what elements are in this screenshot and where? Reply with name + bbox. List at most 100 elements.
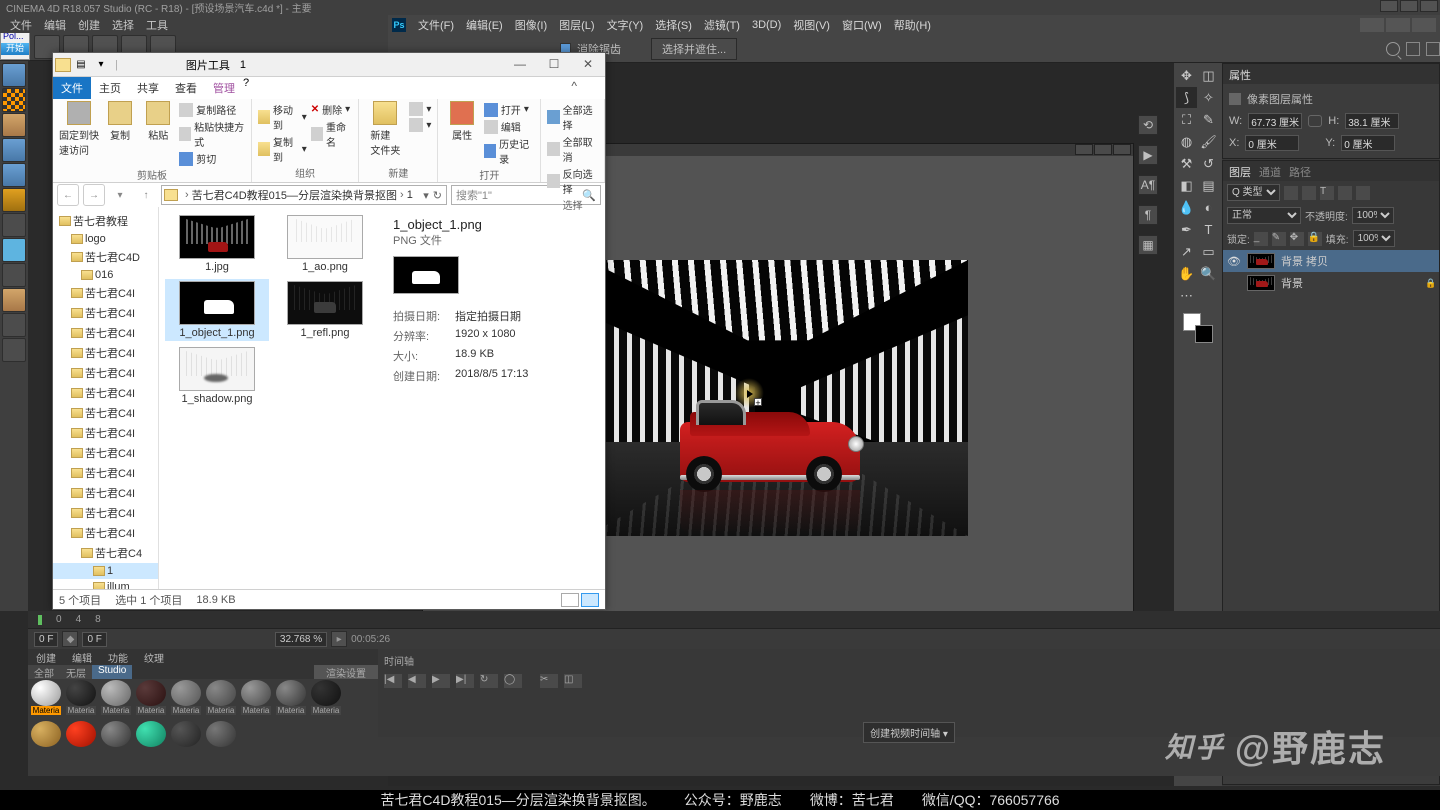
marquee-tool-icon[interactable]: ◫	[1198, 65, 1219, 86]
tree-node[interactable]: 苦七君C4I	[53, 483, 158, 503]
easy-access-button[interactable]: ▾	[409, 117, 431, 133]
blend-mode-select[interactable]: 正常	[1227, 207, 1301, 224]
background-color[interactable]	[1195, 325, 1213, 343]
material-item[interactable]: Materia	[169, 680, 203, 720]
select-all-button[interactable]: 全部选择	[547, 101, 598, 133]
new-folder-button[interactable]: 新建 文件夹	[365, 101, 405, 157]
tree-node[interactable]: 苦七君C4	[53, 543, 158, 563]
zoom-tool-icon[interactable]: 🔍	[1198, 263, 1219, 284]
pin-button[interactable]: 固定到快 速访问	[59, 101, 99, 167]
heal-tool-icon[interactable]: ◍	[1176, 131, 1197, 152]
material-item[interactable]: Materia	[274, 680, 308, 720]
doc-max-icon[interactable]	[1094, 144, 1112, 155]
gradient-tool-icon[interactable]: ▤	[1198, 175, 1219, 196]
tree-node[interactable]: 苦七君C4I	[53, 383, 158, 403]
tree-node[interactable]: 苦七君C4I	[53, 303, 158, 323]
tl-loop-icon[interactable]: ↻	[480, 674, 498, 688]
tool-cube-icon[interactable]	[2, 63, 26, 87]
timeline-ruler[interactable]: 048	[28, 611, 1440, 629]
picture-tools-tab[interactable]: 图片工具	[186, 57, 230, 73]
ps-menu-filter[interactable]: 滤镜(T)	[698, 17, 746, 33]
select-mask-button[interactable]: 选择并遮住...	[651, 38, 737, 60]
delete-button[interactable]: ✕ 删除 ▾	[311, 101, 353, 118]
material-item[interactable]: Materia	[309, 680, 343, 720]
play-panel-icon[interactable]: ▶	[1138, 145, 1158, 165]
file-item[interactable]: 1_ao.png	[273, 213, 377, 275]
rename-button[interactable]: 重命名	[311, 118, 353, 150]
pen-tool-icon[interactable]: ✒	[1176, 219, 1197, 240]
paths-tab[interactable]: 路径	[1289, 164, 1311, 178]
filter-none[interactable]: 无层	[60, 665, 92, 679]
share-tab[interactable]: 共享	[129, 77, 167, 99]
ps-menu-view[interactable]: 视图(V)	[787, 17, 836, 33]
new-item-button[interactable]: ▾	[409, 101, 431, 117]
filter-all[interactable]: 全部	[28, 665, 60, 679]
blur-tool-icon[interactable]: 💧	[1176, 197, 1197, 218]
ps-menu-help[interactable]: 帮助(H)	[888, 17, 937, 33]
shape-tool-icon[interactable]: ▭	[1198, 241, 1219, 262]
tool-misc2-icon[interactable]	[2, 313, 26, 337]
move-to-button[interactable]: 移动到 ▾	[258, 101, 307, 133]
layer-row[interactable]: 👁 背景 拷贝	[1223, 250, 1439, 272]
refresh-icon[interactable]: ↻	[433, 189, 446, 202]
history-button[interactable]: 历史记录	[484, 135, 534, 167]
paste-shortcut-button[interactable]: 粘贴快捷方式	[179, 118, 245, 150]
view-tab[interactable]: 查看	[167, 77, 205, 99]
close-button[interactable]: ✕	[571, 53, 605, 75]
fill-select[interactable]: 100%	[1353, 230, 1395, 247]
ps-menu-file[interactable]: 文件(F)	[412, 17, 460, 33]
tree-node[interactable]: illum	[53, 579, 158, 589]
ps-menu-layer[interactable]: 图层(L)	[553, 17, 600, 33]
layer-thumbnail[interactable]	[1247, 253, 1275, 269]
properties-button[interactable]: 属性	[444, 101, 479, 167]
doc-min-icon[interactable]	[1075, 144, 1093, 155]
color-swatch[interactable]	[1183, 313, 1213, 343]
file-item[interactable]: 1_shadow.png	[165, 345, 269, 407]
history-panel-icon[interactable]: ⟲	[1138, 115, 1158, 135]
material-item[interactable]	[64, 721, 98, 761]
layer-thumbnail[interactable]	[1247, 275, 1275, 291]
material-item[interactable]: Materia	[204, 680, 238, 720]
material-item[interactable]: Materia	[29, 680, 63, 720]
tree-node[interactable]: 苦七君C4I	[53, 503, 158, 523]
paste-button[interactable]: 粘贴	[141, 101, 175, 167]
crop-tool-icon[interactable]: ⛶	[1176, 109, 1197, 130]
quick-access-icon[interactable]: ▤	[71, 55, 91, 75]
file-tab[interactable]: 文件	[53, 77, 91, 99]
eyedropper-tool-icon[interactable]: ✎	[1198, 109, 1219, 130]
frame-input[interactable]: 0 F	[34, 632, 58, 647]
tree-node[interactable]: 苦七君C4I	[53, 523, 158, 543]
x-input[interactable]	[1245, 135, 1299, 151]
c4d-window-controls[interactable]	[1380, 0, 1438, 12]
search-icon[interactable]	[1386, 42, 1400, 56]
doc-close-icon[interactable]	[1113, 144, 1131, 155]
copy-to-button[interactable]: 复制到 ▾	[258, 133, 307, 165]
ps-menu-select[interactable]: 选择(S)	[649, 17, 698, 33]
canvas-image[interactable]: +	[588, 260, 968, 536]
tree-node-selected[interactable]: 1	[53, 563, 158, 579]
tool-generic-icon[interactable]	[2, 213, 26, 237]
maximize-button[interactable]: ☐	[537, 53, 571, 75]
open-button[interactable]: 打开 ▾	[484, 101, 534, 118]
material-item[interactable]	[169, 721, 203, 761]
material-item[interactable]	[134, 721, 168, 761]
tree-node[interactable]: 苦七君C4I	[53, 463, 158, 483]
tool-material-icon[interactable]	[2, 88, 26, 112]
tl-next-icon[interactable]: ▶|	[456, 674, 474, 688]
play-small-icon[interactable]: ▸	[331, 631, 347, 647]
collapse-ribbon-icon[interactable]: ^	[571, 79, 577, 93]
tool-misc3-icon[interactable]	[2, 338, 26, 362]
minimize-button[interactable]: —	[503, 53, 537, 75]
edit-button[interactable]: 编辑	[484, 118, 534, 135]
swatch-panel-icon[interactable]: ▦	[1138, 235, 1158, 255]
tree-node[interactable]: 苦七君C4I	[53, 423, 158, 443]
tl-mute-icon[interactable]: ◯	[504, 674, 522, 688]
ps-menu-3d[interactable]: 3D(D)	[746, 19, 787, 31]
folder-tree[interactable]: 苦七君教程 logo 苦七君C4D 016 苦七君C4I 苦七君C4I 苦七君C…	[53, 207, 159, 589]
copy-path-button[interactable]: 复制路径	[179, 101, 245, 118]
help-icon[interactable]: ?	[243, 77, 249, 99]
tl-begin-icon[interactable]: |◀	[384, 674, 402, 688]
brush-tool-icon[interactable]: 🖌	[1198, 131, 1219, 152]
filter-type-icon[interactable]: T	[1320, 186, 1334, 200]
tree-node[interactable]: 016	[53, 267, 158, 283]
